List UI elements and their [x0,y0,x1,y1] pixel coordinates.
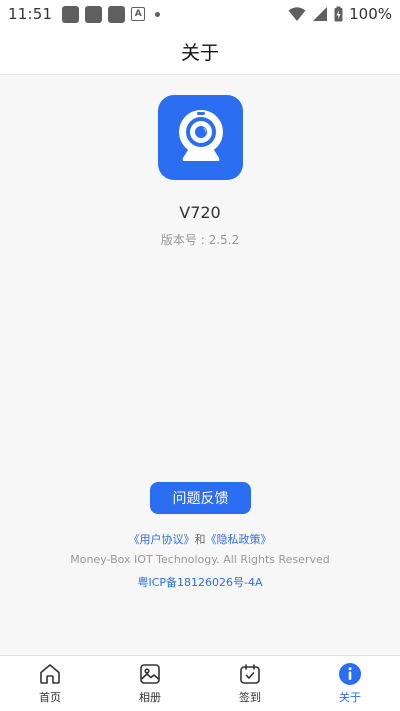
page-title: 关于 [180,41,219,64]
status-time: 11:51 [8,5,53,23]
title-bar: 关于 [0,28,400,74]
about-content: V720 版本号 : 2.5.2 问题反馈 《用户协议》和《隐私政策》 Mone… [0,74,400,655]
webcam-icon [178,109,223,161]
app-name: V720 [179,203,221,222]
notification-app-icon [108,5,126,23]
notification-app-icon [85,5,103,23]
info-icon [338,662,362,686]
links-and-text: 和 [194,533,206,546]
privacy-policy-link[interactable]: 《隐私政策》 [206,533,272,546]
user-agreement-link[interactable]: 《用户协议》 [129,533,195,546]
nav-item-about[interactable]: 关于 [300,656,400,711]
signal-icon [313,7,328,21]
bottom-nav: 首页 相册 签到 关于 [0,655,400,711]
app-version: 版本号 : 2.5.2 [160,233,240,247]
feedback-button[interactable]: 问题反馈 [150,482,251,514]
album-icon [138,662,162,686]
battery-charging-icon [334,6,343,22]
calendar-check-icon [238,662,262,686]
nav-item-home[interactable]: 首页 [0,656,100,711]
notification-app-icon [62,5,80,23]
nav-label: 首页 [39,691,61,704]
nav-item-album[interactable]: 相册 [100,656,200,711]
wifi-icon [288,7,306,21]
nav-label: 关于 [339,691,361,704]
legal-links: 《用户协议》和《隐私政策》 [0,531,400,547]
nav-item-checkin[interactable]: 签到 [200,656,300,711]
icp-link[interactable]: 粤ICP备18126026号-4A [0,574,400,590]
status-bar: 11:51 A 100% [0,0,400,28]
status-right: 100% [288,5,392,23]
app-logo [158,95,243,180]
notification-icons: A [62,5,161,23]
copyright-text: Money-Box IOT Technology. All Rights Res… [70,553,330,566]
more-notifications-dot-icon [155,11,161,17]
notification-a-icon: A [131,7,146,21]
nav-label: 相册 [139,691,161,704]
home-icon [38,662,62,686]
battery-percent: 100% [349,5,392,23]
nav-label: 签到 [239,691,261,704]
